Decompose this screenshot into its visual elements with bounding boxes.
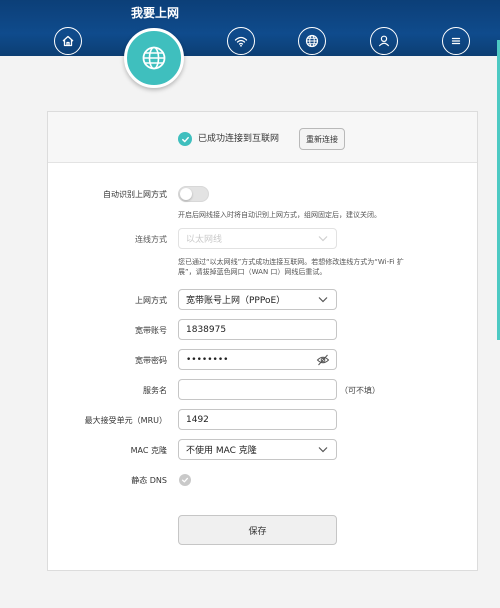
- network-nav-button[interactable]: [298, 27, 326, 55]
- top-navigation-bar: 我要上网: [0, 0, 500, 56]
- mac-clone-label: MAC 克隆: [130, 446, 167, 455]
- network-globe-icon: [305, 34, 319, 48]
- eye-hidden-icon[interactable]: [316, 353, 330, 367]
- account-input[interactable]: 1838975: [178, 319, 337, 340]
- connection-status-row: 已成功连接到互联网 重新连接: [48, 112, 477, 163]
- connection-type-select: 以太网线: [178, 228, 337, 249]
- optional-note: （可不填）: [340, 386, 380, 395]
- service-name-label: 服务名: [143, 386, 167, 395]
- connection-type-value: 以太网线: [186, 235, 223, 245]
- internet-settings-card: 已成功连接到互联网 重新连接 自动识别上网方式 开启后网线接入时将自动识别上网方…: [47, 111, 478, 571]
- menu-icon: [451, 37, 461, 45]
- auto-detect-hint: 开启后网线接入时将自动识别上网方式，组网固定后，建议关闭。: [178, 211, 381, 219]
- home-nav-button[interactable]: [54, 27, 82, 55]
- internet-mode-value: 宽带账号上网（PPPoE）: [186, 296, 286, 306]
- mru-label: 最大接受单元（MRU）: [84, 416, 167, 425]
- connected-check-icon: [178, 132, 192, 146]
- mru-value: 1492: [186, 414, 209, 425]
- home-icon: [62, 35, 74, 47]
- mru-input[interactable]: 1492: [178, 409, 337, 430]
- connection-type-label: 连线方式: [135, 235, 167, 244]
- mac-clone-select[interactable]: 不使用 MAC 克隆: [178, 439, 337, 460]
- auto-detect-label: 自动识别上网方式: [103, 190, 167, 199]
- static-dns-label: 静态 DNS: [131, 476, 167, 485]
- reconnect-button[interactable]: 重新连接: [299, 128, 345, 150]
- password-input[interactable]: ••••••••: [178, 349, 337, 370]
- chevron-down-icon: [318, 235, 328, 241]
- internet-nav-button[interactable]: [124, 28, 184, 88]
- user-icon: [378, 35, 390, 47]
- service-name-input[interactable]: [178, 379, 337, 400]
- mac-clone-value: 不使用 MAC 克隆: [186, 446, 257, 456]
- auto-detect-toggle[interactable]: [178, 186, 209, 202]
- wifi-nav-button[interactable]: [227, 27, 255, 55]
- static-dns-checkbox[interactable]: [179, 474, 191, 486]
- wifi-icon: [234, 36, 248, 47]
- chevron-down-icon: [318, 296, 328, 302]
- password-label: 宽带密码: [135, 356, 167, 365]
- page-title: 我要上网: [130, 6, 179, 20]
- connection-type-hint: 您已通过“以太网线”方式成功连接互联网。若想修改连线方式为“Wi-Fi 扩展”，…: [178, 258, 404, 276]
- account-value: 1838975: [186, 324, 227, 335]
- more-nav-button[interactable]: [442, 27, 470, 55]
- account-label: 宽带账号: [135, 326, 167, 335]
- connection-status-text: 已成功连接到互联网: [198, 134, 280, 144]
- chevron-down-icon: [318, 446, 328, 452]
- password-value: ••••••••: [186, 354, 229, 365]
- globe-icon: [142, 46, 166, 70]
- internet-mode-label: 上网方式: [135, 296, 167, 305]
- user-nav-button[interactable]: [370, 27, 398, 55]
- save-button[interactable]: 保存: [178, 515, 337, 545]
- toggle-knob: [180, 188, 192, 200]
- internet-mode-select[interactable]: 宽带账号上网（PPPoE）: [178, 289, 337, 310]
